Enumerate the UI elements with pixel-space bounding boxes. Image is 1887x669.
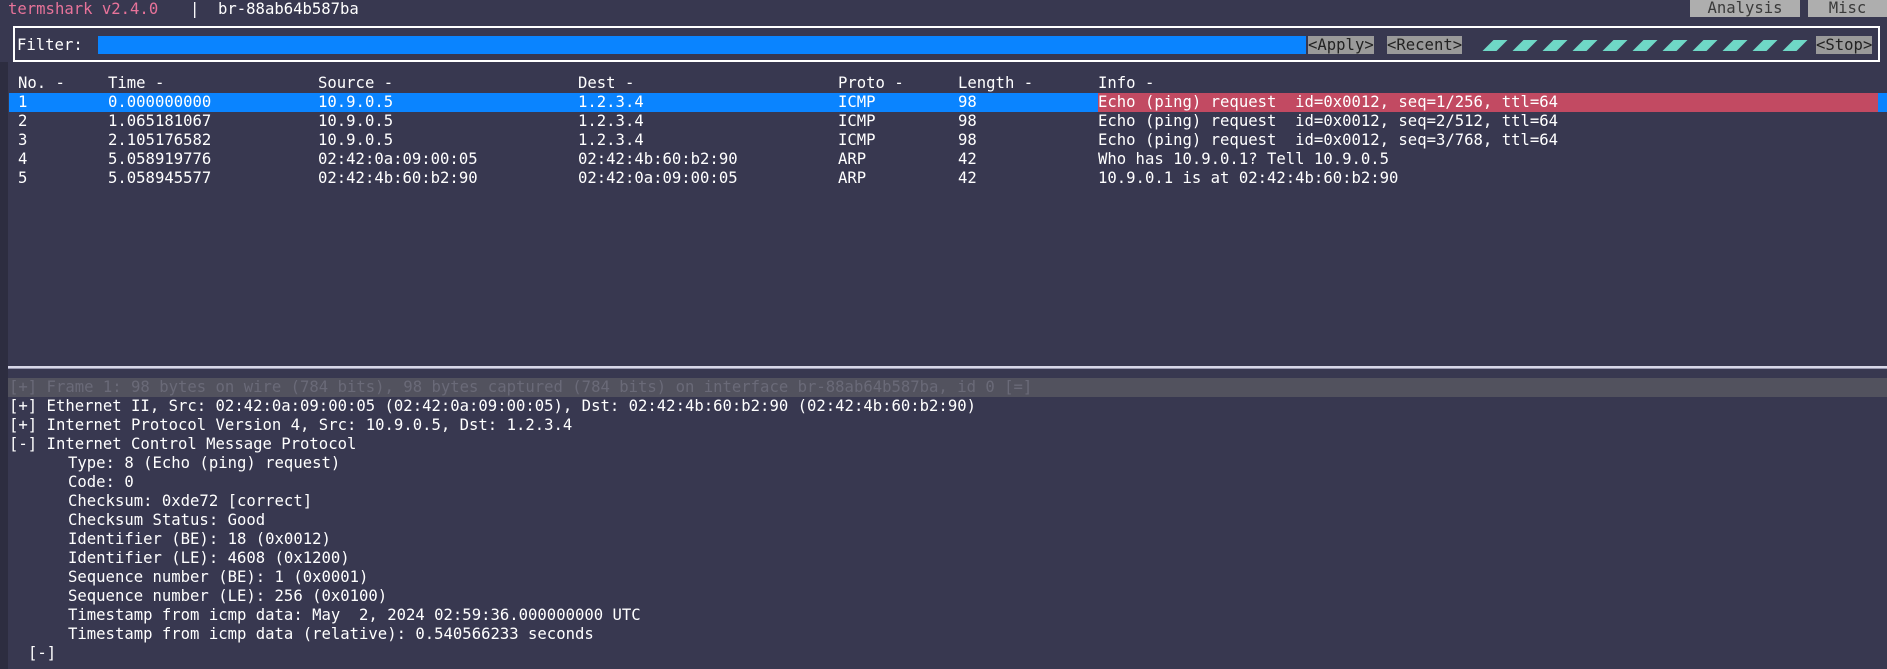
column-header-info[interactable]: Info - — [1098, 74, 1154, 93]
packet-info: Who has 10.9.0.1? Tell 10.9.0.5 — [1098, 150, 1390, 168]
column-header-proto[interactable]: Proto - — [838, 74, 904, 93]
filter-input[interactable] — [98, 36, 1306, 54]
packet-list-header: No. - Time - Source - Dest - Proto - Len… — [18, 74, 1154, 93]
filter-label: Filter: — [17, 36, 83, 54]
progress-segment — [1572, 40, 1598, 51]
packet-time: 2.105176582 — [108, 131, 212, 149]
packet-dest: 02:42:4b:60:b2:90 — [578, 150, 738, 168]
column-header-no[interactable]: No. - — [18, 74, 65, 93]
menu-misc-button[interactable]: Misc — [1808, 0, 1887, 17]
tree-node-ip[interactable]: [+] Internet Protocol Version 4, Src: 10… — [9, 416, 572, 435]
stop-button[interactable]: <Stop> — [1816, 36, 1873, 54]
apply-button[interactable]: <Apply> — [1308, 36, 1374, 54]
icmp-field-seq-be[interactable]: Sequence number (BE): 1 (0x0001) — [68, 568, 368, 587]
app-name: termshark v2.4.0 — [8, 0, 159, 18]
interface-name: br-88ab64b587ba — [218, 0, 359, 18]
progress-segment — [1542, 40, 1568, 51]
packet-length: 98 — [958, 93, 977, 111]
packet-dest: 02:42:0a:09:00:05 — [578, 169, 738, 187]
packet-dest: 1.2.3.4 — [578, 112, 644, 130]
packet-proto: ARP — [838, 150, 867, 168]
packet-no: 5 — [18, 169, 28, 187]
progress-segment — [1722, 40, 1748, 51]
packet-info: 10.9.0.1 is at 02:42:4b:60:b2:90 — [1098, 169, 1399, 187]
progress-segment — [1782, 40, 1808, 51]
icmp-field-checksum[interactable]: Checksum: 0xde72 [correct] — [68, 492, 312, 511]
column-header-source[interactable]: Source - — [318, 74, 393, 93]
packet-proto: ICMP — [838, 93, 876, 111]
packet-row[interactable]: 4 5.058919776 02:42:0a:09:00:05 02:42:4b… — [9, 150, 1887, 169]
icmp-field-code[interactable]: Code: 0 — [68, 473, 134, 492]
tree-node-ethernet[interactable]: [+] Ethernet II, Src: 02:42:0a:09:00:05 … — [9, 397, 976, 416]
title-bar: termshark v2.4.0 | br-88ab64b587ba Analy… — [0, 0, 1887, 19]
packet-source: 10.9.0.5 — [318, 112, 394, 130]
packet-source: 02:42:0a:09:00:05 — [318, 150, 478, 168]
packet-dest: 1.2.3.4 — [578, 93, 644, 111]
packet-length: 98 — [958, 131, 977, 149]
icmp-field-timestamp[interactable]: Timestamp from icmp data: May 2, 2024 02… — [68, 606, 641, 625]
icmp-field-checksum-status[interactable]: Checksum Status: Good — [68, 511, 265, 530]
packet-length: 98 — [958, 112, 977, 130]
progress-segment — [1662, 40, 1688, 51]
packet-source: 10.9.0.5 — [318, 131, 394, 149]
packet-length: 42 — [958, 169, 977, 187]
packet-info: Echo (ping) request id=0x0012, seq=3/768… — [1098, 131, 1559, 149]
tree-node-icmp[interactable]: [-] Internet Control Message Protocol — [9, 435, 356, 454]
packet-info: Echo (ping) request id=0x0012, seq=2/512… — [1098, 112, 1559, 130]
packet-row[interactable]: 3 2.105176582 10.9.0.5 1.2.3.4 ICMP 98 E… — [9, 131, 1887, 150]
packet-source: 02:42:4b:60:b2:90 — [318, 169, 478, 187]
capture-progress-indicator — [1482, 40, 1808, 52]
icmp-field-identifier-be[interactable]: Identifier (BE): 18 (0x0012) — [68, 530, 331, 549]
packet-no: 4 — [18, 150, 28, 168]
title-separator: | — [190, 0, 200, 18]
progress-segment — [1692, 40, 1718, 51]
packet-info: Echo (ping) request id=0x0012, seq=1/256… — [1098, 93, 1559, 111]
packet-time: 0.000000000 — [108, 93, 212, 111]
icmp-field-type[interactable]: Type: 8 (Echo (ping) request) — [68, 454, 340, 473]
packet-length: 42 — [958, 150, 977, 168]
packet-source: 10.9.0.5 — [318, 93, 394, 111]
packet-row-selected[interactable]: 1 0.000000000 10.9.0.5 1.2.3.4 ICMP 98 E… — [9, 93, 1887, 112]
packet-row[interactable]: 5 5.058945577 02:42:4b:60:b2:90 02:42:0a… — [9, 169, 1887, 188]
packet-proto: ICMP — [838, 131, 876, 149]
icmp-field-seq-le[interactable]: Sequence number (LE): 256 (0x0100) — [68, 587, 387, 606]
icmp-field-identifier-le[interactable]: Identifier (LE): 4608 (0x1200) — [68, 549, 350, 568]
packet-no: 1 — [18, 93, 28, 111]
column-header-dest[interactable]: Dest - — [578, 74, 634, 93]
packet-proto: ICMP — [838, 112, 876, 130]
tree-node-data[interactable]: [-] — [28, 644, 56, 663]
pane-divider[interactable] — [8, 366, 1887, 369]
packet-no: 2 — [18, 112, 28, 130]
recent-button[interactable]: <Recent> — [1387, 36, 1463, 54]
menu-analysis-button[interactable]: Analysis — [1690, 0, 1800, 17]
progress-segment — [1632, 40, 1658, 51]
progress-segment — [1752, 40, 1778, 51]
left-border — [0, 62, 8, 669]
progress-segment — [1602, 40, 1628, 51]
icmp-field-timestamp-relative[interactable]: Timestamp from icmp data (relative): 0.5… — [68, 625, 594, 644]
packet-time: 5.058945577 — [108, 169, 212, 187]
packet-time: 5.058919776 — [108, 150, 212, 168]
column-header-length[interactable]: Length - — [958, 74, 1033, 93]
tree-node-frame[interactable]: [+] Frame 1: 98 bytes on wire (784 bits)… — [8, 378, 1887, 397]
packet-no: 3 — [18, 131, 28, 149]
packet-row[interactable]: 2 1.065181067 10.9.0.5 1.2.3.4 ICMP 98 E… — [9, 112, 1887, 131]
packet-time: 1.065181067 — [108, 112, 212, 130]
packet-dest: 1.2.3.4 — [578, 131, 644, 149]
progress-segment — [1512, 40, 1538, 51]
packet-proto: ARP — [838, 169, 867, 187]
column-header-time[interactable]: Time - — [108, 74, 164, 93]
